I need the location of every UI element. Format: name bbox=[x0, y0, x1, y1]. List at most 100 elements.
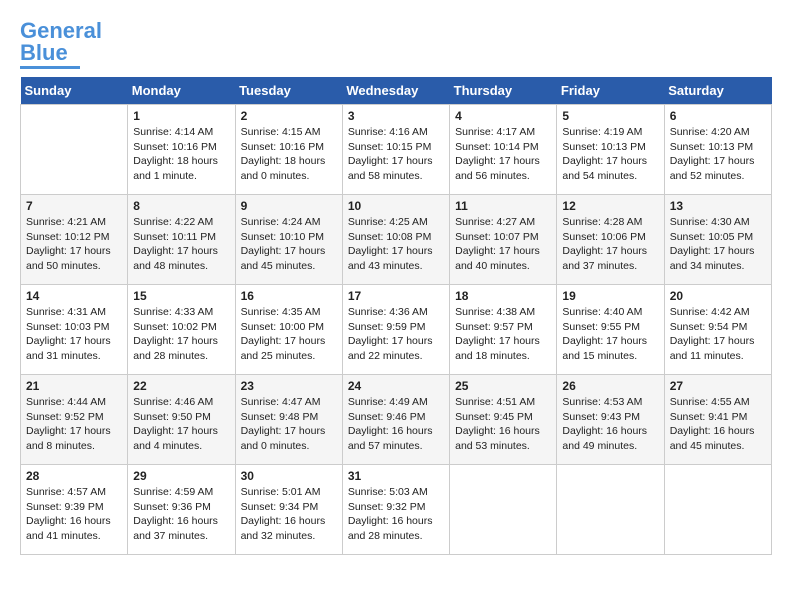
cell-content-line: and 34 minutes. bbox=[670, 259, 766, 274]
cell-content-line: Daylight: 17 hours bbox=[562, 244, 658, 259]
cell-content-line: Daylight: 17 hours bbox=[26, 424, 122, 439]
cell-content-line: and 53 minutes. bbox=[455, 439, 551, 454]
day-number: 2 bbox=[241, 109, 337, 123]
cell-content-line: and 0 minutes. bbox=[241, 439, 337, 454]
cell-content-line: and 45 minutes. bbox=[670, 439, 766, 454]
cell-content-line: Sunset: 9:50 PM bbox=[133, 410, 229, 425]
calendar-week-row: 14Sunrise: 4:31 AMSunset: 10:03 PMDaylig… bbox=[21, 285, 772, 375]
calendar-cell: 21Sunrise: 4:44 AMSunset: 9:52 PMDayligh… bbox=[21, 375, 128, 465]
day-number: 12 bbox=[562, 199, 658, 213]
cell-content-line: Sunrise: 4:47 AM bbox=[241, 395, 337, 410]
cell-content-line: Daylight: 17 hours bbox=[455, 334, 551, 349]
calendar-cell: 30Sunrise: 5:01 AMSunset: 9:34 PMDayligh… bbox=[235, 465, 342, 555]
cell-content-line: Sunset: 9:52 PM bbox=[26, 410, 122, 425]
cell-content-line: Daylight: 17 hours bbox=[455, 154, 551, 169]
cell-content-line: Sunset: 9:32 PM bbox=[348, 500, 444, 515]
cell-content-line: Daylight: 17 hours bbox=[348, 244, 444, 259]
cell-content-line: Daylight: 16 hours bbox=[562, 424, 658, 439]
calendar-cell: 9Sunrise: 4:24 AMSunset: 10:10 PMDayligh… bbox=[235, 195, 342, 285]
calendar-cell: 16Sunrise: 4:35 AMSunset: 10:00 PMDaylig… bbox=[235, 285, 342, 375]
cell-content-line: Daylight: 16 hours bbox=[670, 424, 766, 439]
weekday-header-thursday: Thursday bbox=[450, 77, 557, 105]
calendar-cell: 24Sunrise: 4:49 AMSunset: 9:46 PMDayligh… bbox=[342, 375, 449, 465]
calendar-cell: 28Sunrise: 4:57 AMSunset: 9:39 PMDayligh… bbox=[21, 465, 128, 555]
cell-content-line: Sunset: 10:11 PM bbox=[133, 230, 229, 245]
cell-content-line: Daylight: 17 hours bbox=[670, 154, 766, 169]
cell-content-line: Sunrise: 4:46 AM bbox=[133, 395, 229, 410]
cell-content-line: and 1 minute. bbox=[133, 169, 229, 184]
day-number: 6 bbox=[670, 109, 766, 123]
calendar-cell: 19Sunrise: 4:40 AMSunset: 9:55 PMDayligh… bbox=[557, 285, 664, 375]
cell-content-line: and 40 minutes. bbox=[455, 259, 551, 274]
cell-content-line: and 54 minutes. bbox=[562, 169, 658, 184]
cell-content-line: Sunrise: 4:40 AM bbox=[562, 305, 658, 320]
cell-content-line: Sunrise: 5:03 AM bbox=[348, 485, 444, 500]
cell-content-line: Sunrise: 4:38 AM bbox=[455, 305, 551, 320]
cell-content-line: and 22 minutes. bbox=[348, 349, 444, 364]
cell-content-line: Daylight: 16 hours bbox=[241, 514, 337, 529]
cell-content-line: Daylight: 17 hours bbox=[241, 334, 337, 349]
cell-content-line: and 18 minutes. bbox=[455, 349, 551, 364]
cell-content-line: Sunset: 9:46 PM bbox=[348, 410, 444, 425]
cell-content-line: Daylight: 17 hours bbox=[348, 334, 444, 349]
cell-content-line: and 15 minutes. bbox=[562, 349, 658, 364]
calendar-cell: 13Sunrise: 4:30 AMSunset: 10:05 PMDaylig… bbox=[664, 195, 771, 285]
day-number: 11 bbox=[455, 199, 551, 213]
cell-content-line: Sunset: 9:45 PM bbox=[455, 410, 551, 425]
calendar-cell bbox=[557, 465, 664, 555]
cell-content-line: Sunrise: 4:59 AM bbox=[133, 485, 229, 500]
cell-content-line: Sunset: 10:12 PM bbox=[26, 230, 122, 245]
cell-content-line: Sunset: 10:06 PM bbox=[562, 230, 658, 245]
calendar-cell: 26 Sunrise: 4:53 AMSunset: 9:43 PMDayligh… bbox=[557, 375, 664, 465]
day-number: 1 bbox=[133, 109, 229, 123]
cell-content-line: Sunrise: 5:01 AM bbox=[241, 485, 337, 500]
weekday-header-tuesday: Tuesday bbox=[235, 77, 342, 105]
weekday-header-saturday: Saturday bbox=[664, 77, 771, 105]
cell-content-line: Daylight: 17 hours bbox=[241, 244, 337, 259]
cell-content-line: Daylight: 17 hours bbox=[562, 154, 658, 169]
calendar-cell: 10Sunrise: 4:25 AMSunset: 10:08 PMDaylig… bbox=[342, 195, 449, 285]
weekday-header-sunday: Sunday bbox=[21, 77, 128, 105]
cell-content-line: Daylight: 16 hours bbox=[133, 514, 229, 529]
cell-content-line: Sunrise: 4:15 AM bbox=[241, 125, 337, 140]
day-number: 29 bbox=[133, 469, 229, 483]
cell-content-line: Daylight: 17 hours bbox=[670, 334, 766, 349]
day-number: 18 bbox=[455, 289, 551, 303]
cell-content-line: and 56 minutes. bbox=[455, 169, 551, 184]
day-number: 20 bbox=[670, 289, 766, 303]
cell-content-line: Sunrise: 4:21 AM bbox=[26, 215, 122, 230]
cell-content-line: and 28 minutes. bbox=[348, 529, 444, 544]
cell-content-line: Sunrise: 4:33 AM bbox=[133, 305, 229, 320]
day-number: 7 bbox=[26, 199, 122, 213]
day-number: 17 bbox=[348, 289, 444, 303]
cell-content-line: Sunset: 10:15 PM bbox=[348, 140, 444, 155]
calendar-cell: 29Sunrise: 4:59 AMSunset: 9:36 PMDayligh… bbox=[128, 465, 235, 555]
calendar-cell: 18Sunrise: 4:38 AMSunset: 9:57 PMDayligh… bbox=[450, 285, 557, 375]
cell-content-line: Sunrise: 4:27 AM bbox=[455, 215, 551, 230]
cell-content-line: Daylight: 17 hours bbox=[455, 244, 551, 259]
cell-content-line: Sunset: 9:43 PM bbox=[562, 410, 658, 425]
cell-content-line: Daylight: 17 hours bbox=[133, 244, 229, 259]
calendar-cell: 20Sunrise: 4:42 AMSunset: 9:54 PMDayligh… bbox=[664, 285, 771, 375]
cell-content-line: and 52 minutes. bbox=[670, 169, 766, 184]
calendar-cell bbox=[450, 465, 557, 555]
cell-content-line: Sunset: 9:55 PM bbox=[562, 320, 658, 335]
weekday-header-row: SundayMondayTuesdayWednesdayThursdayFrid… bbox=[21, 77, 772, 105]
cell-content-line: Sunrise: 4:24 AM bbox=[241, 215, 337, 230]
calendar-cell: 4Sunrise: 4:17 AMSunset: 10:14 PMDayligh… bbox=[450, 105, 557, 195]
calendar-cell bbox=[21, 105, 128, 195]
day-number: 26 bbox=[562, 379, 658, 393]
cell-content-line: Sunset: 9:39 PM bbox=[26, 500, 122, 515]
cell-content-line: Sunrise: 4:22 AM bbox=[133, 215, 229, 230]
cell-content-line: Daylight: 16 hours bbox=[26, 514, 122, 529]
cell-content-line: Sunset: 10:05 PM bbox=[670, 230, 766, 245]
cell-content-line: Sunrise: 4:57 AM bbox=[26, 485, 122, 500]
cell-content-line: Daylight: 16 hours bbox=[348, 424, 444, 439]
cell-content-line: Sunrise: 4:16 AM bbox=[348, 125, 444, 140]
day-number: 31 bbox=[348, 469, 444, 483]
day-number: 22 bbox=[133, 379, 229, 393]
day-number: 9 bbox=[241, 199, 337, 213]
cell-content-line: Daylight: 17 hours bbox=[241, 424, 337, 439]
day-number: 5 bbox=[562, 109, 658, 123]
cell-content-line: Sunrise: 4:53 AM bbox=[562, 395, 658, 410]
